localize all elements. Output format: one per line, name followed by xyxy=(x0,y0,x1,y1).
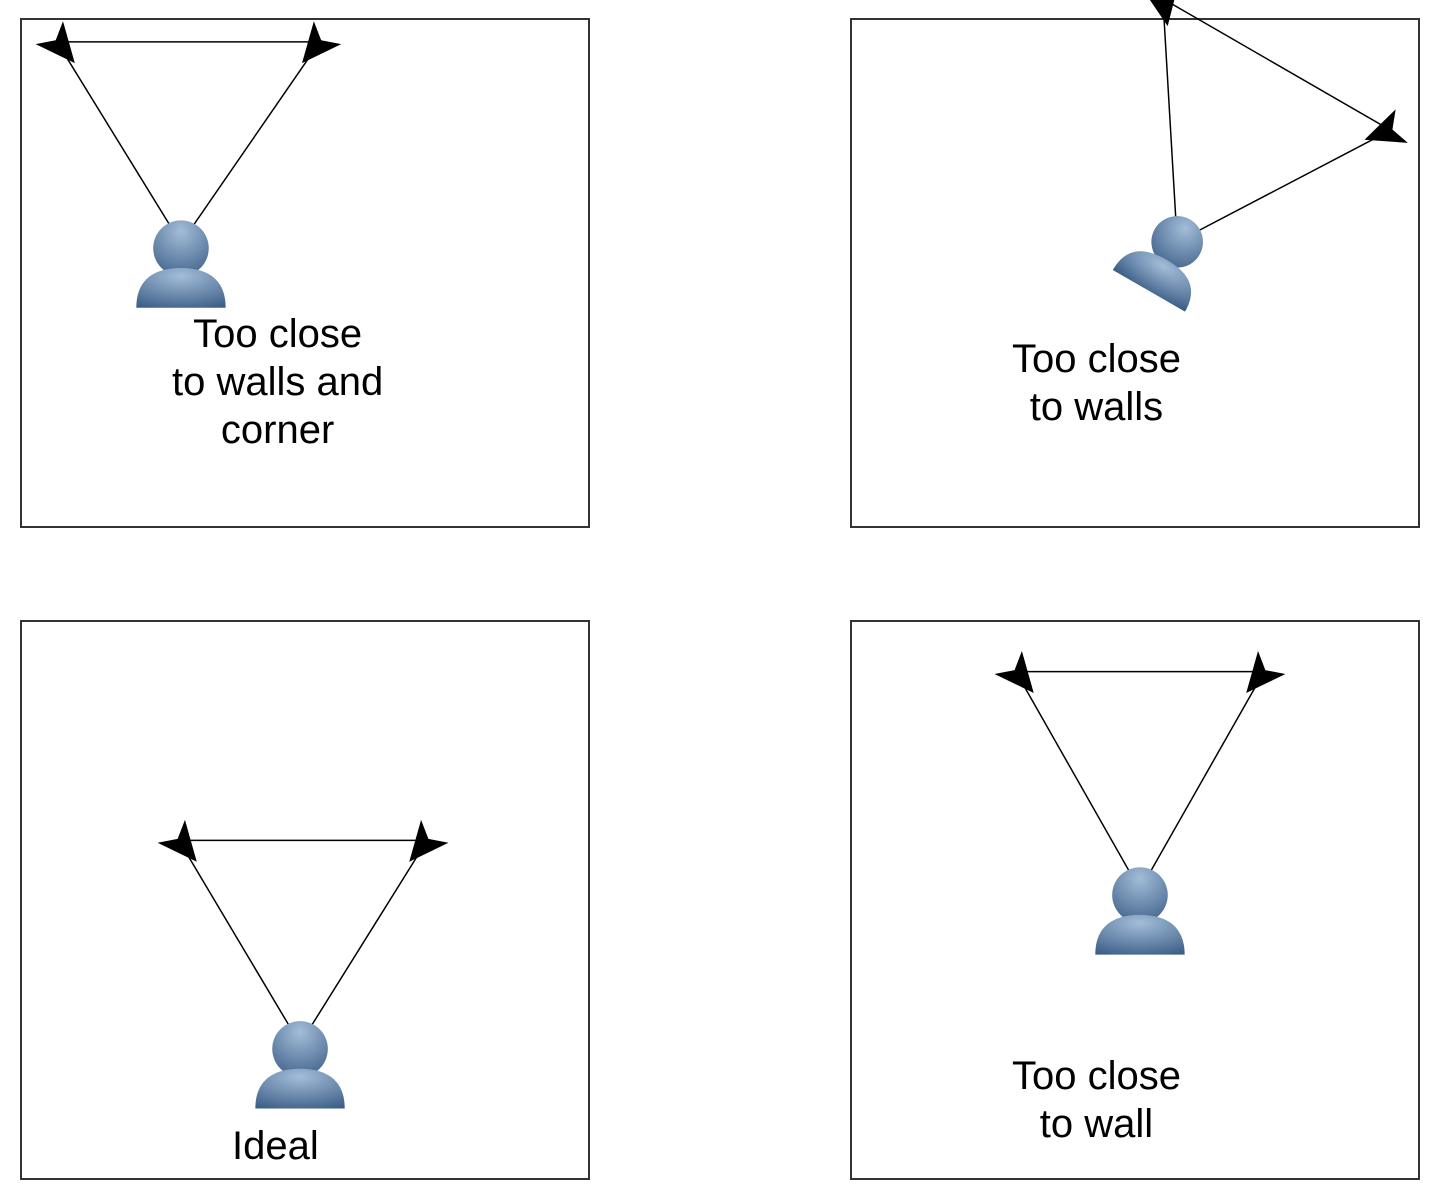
listener-icon xyxy=(1095,867,1184,954)
listening-triangle xyxy=(179,840,427,1044)
listening-triangle xyxy=(57,42,320,243)
scene-top-right xyxy=(852,20,1418,526)
caption-bottom-right: Too close to wall xyxy=(1012,1052,1181,1148)
speaker-right-icon xyxy=(1233,651,1286,704)
listener-icon xyxy=(255,1021,344,1108)
listener-icon xyxy=(1113,199,1226,312)
caption-top-right: Too close to walls xyxy=(1012,335,1181,431)
caption-bottom-left: Ideal xyxy=(232,1122,319,1170)
speaker-left-icon xyxy=(158,820,211,873)
panel-top-left: Too close to walls and corner xyxy=(20,18,590,528)
panel-bottom-left: Ideal xyxy=(20,620,590,1180)
panel-top-right: Too close to walls xyxy=(850,18,1420,528)
listening-triangle xyxy=(1061,0,1390,306)
listener-icon xyxy=(136,220,225,307)
scene-bottom-left xyxy=(22,622,588,1178)
speaker-left-icon xyxy=(995,651,1048,704)
panel-bottom-right: Too close to wall xyxy=(850,620,1420,1180)
speaker-right-icon xyxy=(288,21,341,74)
caption-top-left: Too close to walls and corner xyxy=(172,310,383,454)
speaker-left-icon xyxy=(36,21,89,74)
speaker-right-icon xyxy=(396,820,449,873)
listening-triangle xyxy=(1016,672,1264,890)
